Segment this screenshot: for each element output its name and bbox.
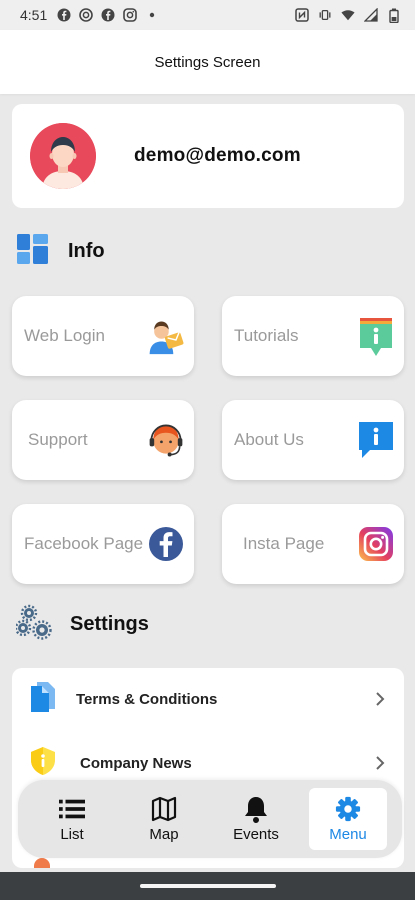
avatar-icon: [30, 123, 96, 189]
facebook-icon: [101, 8, 115, 22]
settings-section-header: Settings: [14, 604, 149, 645]
instagram-icon: [79, 8, 94, 22]
map-icon: [151, 796, 177, 822]
system-gesture-bar: [0, 872, 415, 900]
gears-icon: [14, 604, 52, 645]
tile-facebook-page[interactable]: Facebook Page: [12, 504, 194, 584]
bell-icon: [243, 796, 269, 823]
vibrate-icon: [318, 8, 332, 22]
about-us-icon: [356, 420, 396, 460]
tile-insta-page[interactable]: Insta Page: [222, 504, 404, 584]
tile-label: Support: [28, 430, 88, 449]
peek-list-icon: [34, 858, 50, 868]
shield-icon: [28, 745, 58, 782]
signal-icon: [364, 8, 378, 22]
facebook-icon: [146, 524, 186, 564]
chevron-right-icon: [372, 755, 388, 771]
profile-card[interactable]: demo@demo.com: [12, 104, 404, 208]
instagram-icon: [356, 524, 396, 564]
profile-email: demo@demo.com: [134, 145, 301, 166]
chevron-right-icon: [372, 691, 388, 707]
instagram-icon: [123, 8, 138, 22]
nav-item-events[interactable]: Events: [217, 788, 295, 850]
tile-label: Web Login: [24, 326, 105, 345]
settings-section-title: Settings: [70, 613, 149, 635]
nav-label: List: [60, 825, 84, 843]
list-item-label: Terms & Conditions: [76, 690, 218, 708]
gear-icon: [335, 796, 361, 822]
tile-label: Tutorials: [234, 326, 299, 345]
tile-label: About Us: [234, 430, 304, 449]
nav-item-menu[interactable]: Menu: [309, 788, 387, 850]
info-section-title: Info: [68, 240, 105, 262]
bottom-nav: List Map Events Menu: [18, 780, 402, 858]
nav-label: Events: [233, 825, 279, 843]
nfc-icon: [295, 8, 309, 22]
nav-label: Map: [149, 825, 179, 843]
document-icon: [28, 681, 58, 718]
list-icon: [59, 796, 85, 822]
support-agent-icon: [146, 420, 186, 460]
web-login-icon: [146, 316, 186, 356]
avatar: [30, 123, 96, 189]
tile-label: Insta Page: [243, 534, 325, 553]
wifi-icon: [341, 8, 355, 22]
tile-web-login[interactable]: Web Login: [12, 296, 194, 376]
nav-item-map[interactable]: Map: [125, 788, 203, 850]
tile-about-us[interactable]: About Us: [222, 400, 404, 480]
status-time: 4:51: [20, 7, 48, 23]
tutorials-icon: [356, 316, 396, 356]
dashboard-icon: [16, 232, 50, 271]
info-section-header: Info: [16, 232, 105, 271]
tile-support[interactable]: Support: [12, 400, 194, 480]
page-title: Settings Screen: [154, 53, 261, 71]
tile-label: Facebook Page: [24, 534, 144, 553]
settings-item-terms[interactable]: Terms & Conditions: [12, 668, 404, 730]
status-bar: 4:51: [0, 0, 415, 30]
nav-label: Menu: [329, 825, 367, 843]
app-bar: Settings Screen: [0, 30, 415, 94]
dot-icon: [145, 8, 159, 22]
list-item-label: Company News: [80, 754, 192, 772]
battery-icon: [387, 8, 401, 23]
home-gesture-handle[interactable]: [139, 884, 276, 888]
nav-item-list[interactable]: List: [33, 788, 111, 850]
tile-tutorials[interactable]: Tutorials: [222, 296, 404, 376]
facebook-icon: [57, 8, 71, 22]
